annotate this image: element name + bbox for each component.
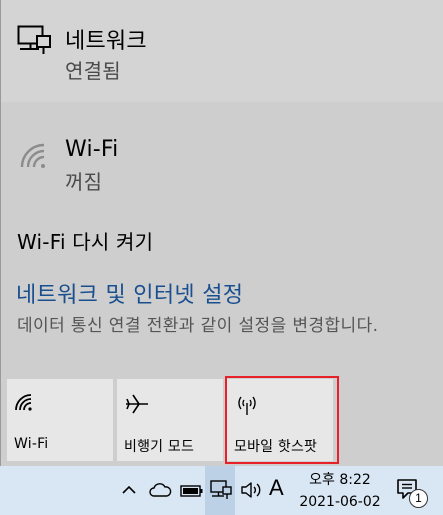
- onedrive-button[interactable]: [148, 481, 172, 499]
- wifi-status-text: 꺼짐: [65, 170, 103, 194]
- mobile-hotspot-button[interactable]: 모바일 핫스팟: [227, 379, 333, 461]
- network-tray-button[interactable]: [205, 466, 235, 515]
- wifi-off-icon: [20, 143, 45, 168]
- action-center-button[interactable]: 1: [396, 478, 430, 508]
- wifi-turn-on-dropdown[interactable]: Wi-Fi 다시 켜기: [17, 226, 153, 255]
- airplane-icon: [126, 394, 148, 414]
- input-method-button[interactable]: A: [269, 475, 284, 501]
- mobile-hotspot-label: 모바일 핫스팟: [234, 439, 318, 455]
- clock-time: 오후 8:22: [309, 472, 371, 488]
- volume-button[interactable]: [240, 480, 264, 500]
- wifi-icon: [15, 394, 32, 411]
- clock[interactable]: 오후 8:22 2021-06-02: [296, 469, 384, 513]
- ethernet-icon: [210, 480, 232, 499]
- network-status-text: 연결됨: [65, 59, 121, 83]
- wifi-title: Wi-Fi: [65, 137, 119, 162]
- speaker-icon: [241, 482, 261, 498]
- network-title: 네트워크: [65, 29, 147, 54]
- battery-button[interactable]: [180, 483, 204, 497]
- clock-date: 2021-06-02: [299, 494, 381, 510]
- airplane-mode-button[interactable]: 비행기 모드: [117, 379, 223, 461]
- wifi-toggle-button[interactable]: Wi-Fi: [7, 379, 113, 461]
- network-settings-link[interactable]: 네트워크 및 인터넷 설정: [16, 277, 243, 309]
- quick-actions-panel: Wi-Fi 비행기 모드 모바일 핫스팟: [1, 375, 443, 466]
- cloud-icon: [149, 483, 172, 497]
- network-status-item[interactable]: 네트워크 연결됨: [1, 0, 443, 102]
- network-settings-description: 데이터 통신 연결 전환과 같이 설정을 변경합니다.: [17, 316, 379, 336]
- battery-icon: [180, 485, 203, 497]
- chevron-up-icon: [122, 485, 136, 494]
- notification-count-badge: 1: [409, 489, 428, 508]
- network-flyout: 네트워크 연결됨 Wi-Fi 꺼짐 Wi-Fi 다시 켜기 네트워크 및 인터넷…: [0, 0, 443, 466]
- taskbar: A 오후 8:22 2021-06-02 1: [0, 466, 443, 515]
- airplane-mode-label: 비행기 모드: [124, 439, 195, 455]
- hotspot-icon: [238, 396, 256, 415]
- show-hidden-icons-button[interactable]: [120, 481, 138, 499]
- wifi-toggle-label: Wi-Fi: [14, 436, 49, 452]
- ethernet-icon: [17, 25, 51, 54]
